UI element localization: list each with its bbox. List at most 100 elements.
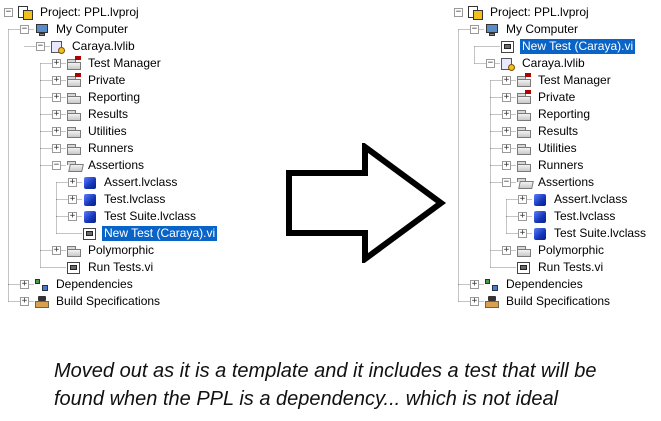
folder-icon [66, 244, 82, 258]
tree-item[interactable]: Test Suite.lvclass [82, 208, 198, 225]
tree-item[interactable]: Assert.lvclass [532, 191, 629, 208]
collapse-toggle[interactable]: − [36, 42, 45, 51]
tree-item[interactable]: Results [516, 123, 580, 140]
tree-item[interactable]: Project: PPL.lvproj [468, 4, 591, 21]
after-project-tree: − Project: PPL.lvproj − My Computer New Test… [450, 0, 661, 320]
tree-item[interactable]: Run Tests.vi [516, 259, 605, 276]
tree-item[interactable]: Project: PPL.lvproj [18, 4, 141, 21]
tree-item-label: Utilities [538, 141, 577, 155]
expand-toggle[interactable]: + [52, 93, 61, 102]
collapse-toggle[interactable]: − [454, 8, 463, 17]
library-icon [500, 57, 516, 71]
tree-item-label: New Test (Caraya).vi [520, 39, 636, 54]
tree-item[interactable]: Runners [66, 140, 135, 157]
tree-item[interactable]: Test Suite.lvclass [532, 225, 648, 242]
expand-toggle[interactable]: + [518, 195, 527, 204]
tree-item[interactable]: Run Tests.vi [66, 259, 155, 276]
expand-toggle[interactable]: + [20, 297, 29, 306]
tree-item[interactable]: Build Specifications [484, 293, 612, 310]
tree-item[interactable]: Caraya.lvlib [500, 55, 587, 72]
expand-toggle[interactable]: + [470, 297, 479, 306]
tree-item-label: Caraya.lvlib [522, 56, 585, 70]
expand-toggle[interactable]: + [52, 246, 61, 255]
expand-toggle[interactable]: + [502, 161, 511, 170]
expand-toggle[interactable]: + [68, 212, 77, 221]
tree-item[interactable]: Utilities [516, 140, 579, 157]
collapse-toggle[interactable]: − [486, 59, 495, 68]
tree-item-label: Test Manager [538, 73, 611, 87]
tree-item[interactable]: My Computer [484, 21, 580, 38]
tree-item-label: Results [538, 124, 579, 138]
expand-toggle[interactable]: + [502, 127, 511, 136]
tree-item[interactable]: Dependencies [34, 276, 135, 293]
tree-item[interactable]: My Computer [34, 21, 130, 38]
tree-item-label: Run Tests.vi [538, 260, 604, 274]
expand-toggle[interactable]: + [52, 59, 61, 68]
class-icon [82, 176, 98, 190]
collapse-toggle[interactable]: − [4, 8, 13, 17]
tree-item[interactable]: Dependencies [484, 276, 585, 293]
tree-item[interactable]: Reporting [516, 106, 592, 123]
expand-toggle[interactable]: + [518, 212, 527, 221]
tree-item[interactable]: Assertions [66, 157, 146, 174]
tree-item[interactable]: Polymorphic [66, 242, 156, 259]
dependencies-icon [484, 278, 500, 292]
private-folder-icon [516, 89, 532, 105]
tree-item[interactable]: Test Manager [66, 55, 163, 72]
expand-toggle[interactable]: + [502, 93, 511, 102]
tree-item-label: Caraya.lvlib [72, 39, 135, 53]
tree-item[interactable]: Private [516, 89, 577, 106]
tree-item-label: Assert.lvclass [554, 192, 628, 206]
expand-toggle[interactable]: + [68, 178, 77, 187]
tree-item[interactable]: Utilities [66, 123, 129, 140]
expand-toggle[interactable]: + [52, 76, 61, 85]
tree-item-label: Test.lvclass [554, 209, 616, 223]
tree-item[interactable]: Assertions [516, 174, 596, 191]
expand-toggle[interactable]: + [52, 127, 61, 136]
tree-item-label: Run Tests.vi [88, 260, 154, 274]
note-line-2: found when the PPL is a dependency... wh… [54, 388, 559, 410]
collapse-toggle[interactable]: − [52, 161, 61, 170]
tree-item-label: Project: PPL.lvproj [490, 5, 589, 19]
expand-toggle[interactable]: + [518, 229, 527, 238]
class-icon [82, 193, 98, 207]
tree-item[interactable]: Test.lvclass [82, 191, 167, 208]
tree-item[interactable]: Polymorphic [516, 242, 606, 259]
tree-item[interactable]: Private [66, 72, 127, 89]
collapse-toggle[interactable]: − [20, 25, 29, 34]
folder-icon [66, 108, 82, 122]
private-folder-icon [516, 72, 532, 88]
expand-toggle[interactable]: + [52, 110, 61, 119]
tree-item-label: Test Suite.lvclass [554, 226, 647, 240]
tree-item[interactable]: Results [66, 106, 130, 123]
folder-icon [66, 125, 82, 139]
expand-toggle[interactable]: + [502, 246, 511, 255]
expand-toggle[interactable]: + [470, 280, 479, 289]
tree-item-label: Reporting [88, 90, 141, 104]
collapse-toggle[interactable]: − [502, 178, 511, 187]
tree-item[interactable]: Build Specifications [34, 293, 162, 310]
expand-toggle[interactable]: + [20, 280, 29, 289]
expand-toggle[interactable]: + [502, 144, 511, 153]
tree-item[interactable]: New Test (Caraya).vi [500, 38, 636, 55]
open-folder-icon [516, 176, 532, 190]
folder-icon [516, 244, 532, 258]
tree-item-label: Build Specifications [56, 294, 161, 308]
tree-item[interactable]: Assert.lvclass [82, 174, 179, 191]
tree-item[interactable]: Test.lvclass [532, 208, 617, 225]
tree-item[interactable]: Test Manager [516, 72, 613, 89]
tree-item-label: Polymorphic [88, 243, 155, 257]
expand-toggle[interactable]: + [502, 76, 511, 85]
tree-item[interactable]: Runners [516, 157, 585, 174]
tree-item-label: Results [88, 107, 129, 121]
expand-toggle[interactable]: + [502, 110, 511, 119]
tree-item[interactable]: Reporting [66, 89, 142, 106]
collapse-toggle[interactable]: − [470, 25, 479, 34]
tree-item[interactable]: New Test (Caraya).vi [82, 225, 218, 242]
tree-item[interactable]: Caraya.lvlib [50, 38, 137, 55]
tree-item-label: Assert.lvclass [104, 175, 178, 189]
expand-toggle[interactable]: + [68, 195, 77, 204]
expand-toggle[interactable]: + [52, 144, 61, 153]
tree-item-label: Polymorphic [538, 243, 605, 257]
tree-item-label: My Computer [506, 22, 579, 36]
